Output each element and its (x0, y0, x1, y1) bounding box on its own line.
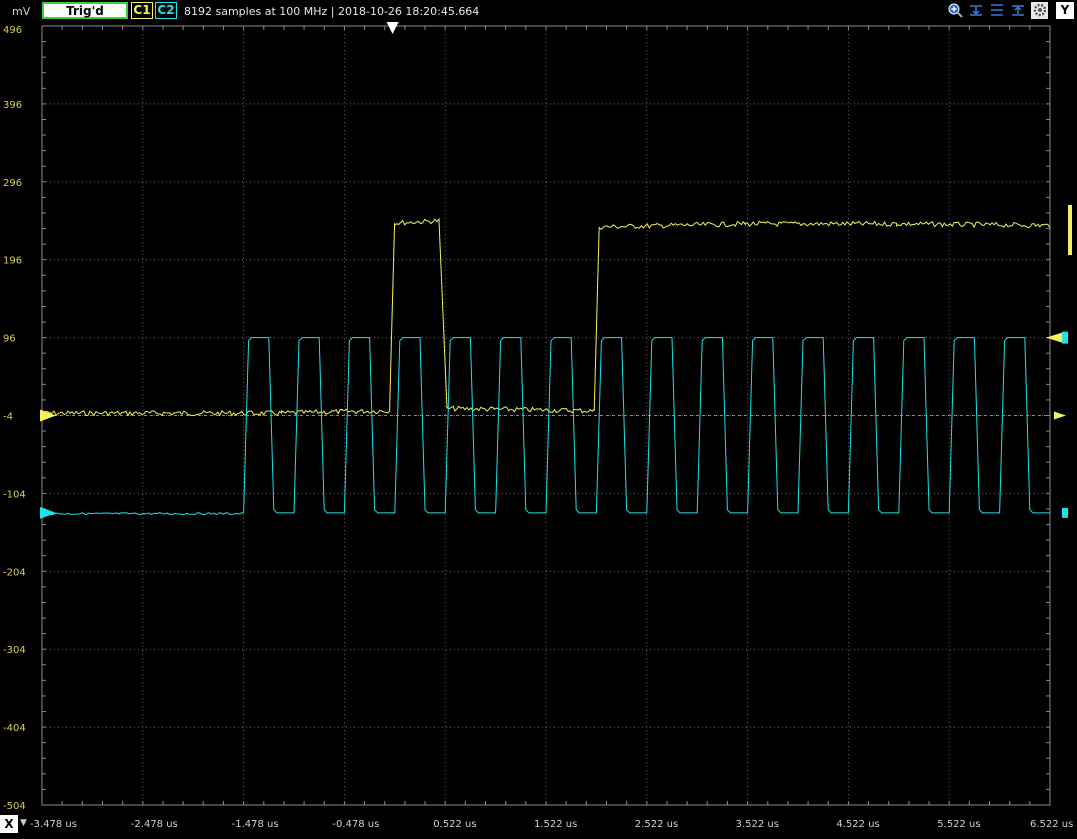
x-tick-labels: -3.478 us -2.478 us -1.478 us -0.478 us 0.52… (30, 819, 1073, 830)
x-tick-label: 2.522 us (635, 819, 678, 830)
c2-ground-marker (40, 506, 56, 519)
channel-2-button[interactable]: C2 (155, 2, 177, 19)
settings-icon[interactable] (1031, 2, 1048, 19)
y-unit-label: mV (12, 5, 31, 18)
x-tick-label: -0.478 us (332, 819, 379, 830)
y-tick-label: -404 (3, 723, 26, 734)
y-tick-label: 396 (3, 100, 22, 111)
c2-right-ground-marker (1062, 507, 1068, 518)
y-tick-label: -104 (3, 489, 26, 500)
zoom-in-icon[interactable] (946, 2, 963, 19)
x-tick-label: 1.522 us (534, 819, 577, 830)
y-tick-label: -504 (3, 801, 26, 812)
c1-trigger-level-marker (1046, 332, 1062, 343)
x-tick-label: -3.478 us (30, 819, 77, 830)
y-tick-label: -4 (3, 412, 13, 423)
x-axis-dropdown-icon[interactable]: ▼ (20, 818, 27, 828)
acquisition-info: 8192 samples at 100 MHz | 2018-10-26 18:… (184, 5, 480, 18)
y-tick-label: 196 (3, 256, 22, 267)
trigger-status-button[interactable]: Trig'd (42, 2, 128, 19)
y-axis-button[interactable]: Y (1056, 2, 1074, 19)
x-tick-label: -2.478 us (131, 819, 178, 830)
cursor-down-icon[interactable] (967, 2, 984, 19)
x-tick-label: 5.522 us (937, 819, 980, 830)
c1-right-ground-marker (1054, 411, 1066, 420)
trigger-position-marker (386, 22, 399, 34)
y-tick-label: 96 (3, 334, 16, 345)
channel-1-button[interactable]: C1 (131, 2, 153, 19)
channel-markers (40, 22, 1072, 519)
y-tick-labels: 496 396 296 196 96 -4 -104 -204 -304 -404 -504 (3, 25, 26, 812)
x-axis-button[interactable]: X (0, 815, 18, 833)
y-tick-label: 296 (3, 178, 22, 189)
x-tick-label: 0.522 us (433, 819, 476, 830)
scope-plot[interactable]: 496 396 296 196 96 -4 -104 -204 -304 -404 -504 -3.… (0, 0, 1077, 839)
c2-right-marker (1062, 331, 1068, 344)
x-tick-label: 3.522 us (736, 819, 779, 830)
toolbar: mV Trig'd C1 C2 8192 samples at 100 MHz … (0, 0, 1077, 22)
x-tick-label: 6.522 us (1030, 819, 1073, 830)
y-tick-label: -204 (3, 567, 26, 578)
cursor-align-icon[interactable] (988, 2, 1005, 19)
y-tick-label: 496 (3, 25, 22, 36)
cursor-up-icon[interactable] (1009, 2, 1026, 19)
x-tick-label: -1.478 us (232, 819, 279, 830)
y-tick-label: -304 (3, 645, 26, 656)
c1-scroll-marker (1068, 205, 1072, 255)
x-tick-label: 4.522 us (836, 819, 879, 830)
